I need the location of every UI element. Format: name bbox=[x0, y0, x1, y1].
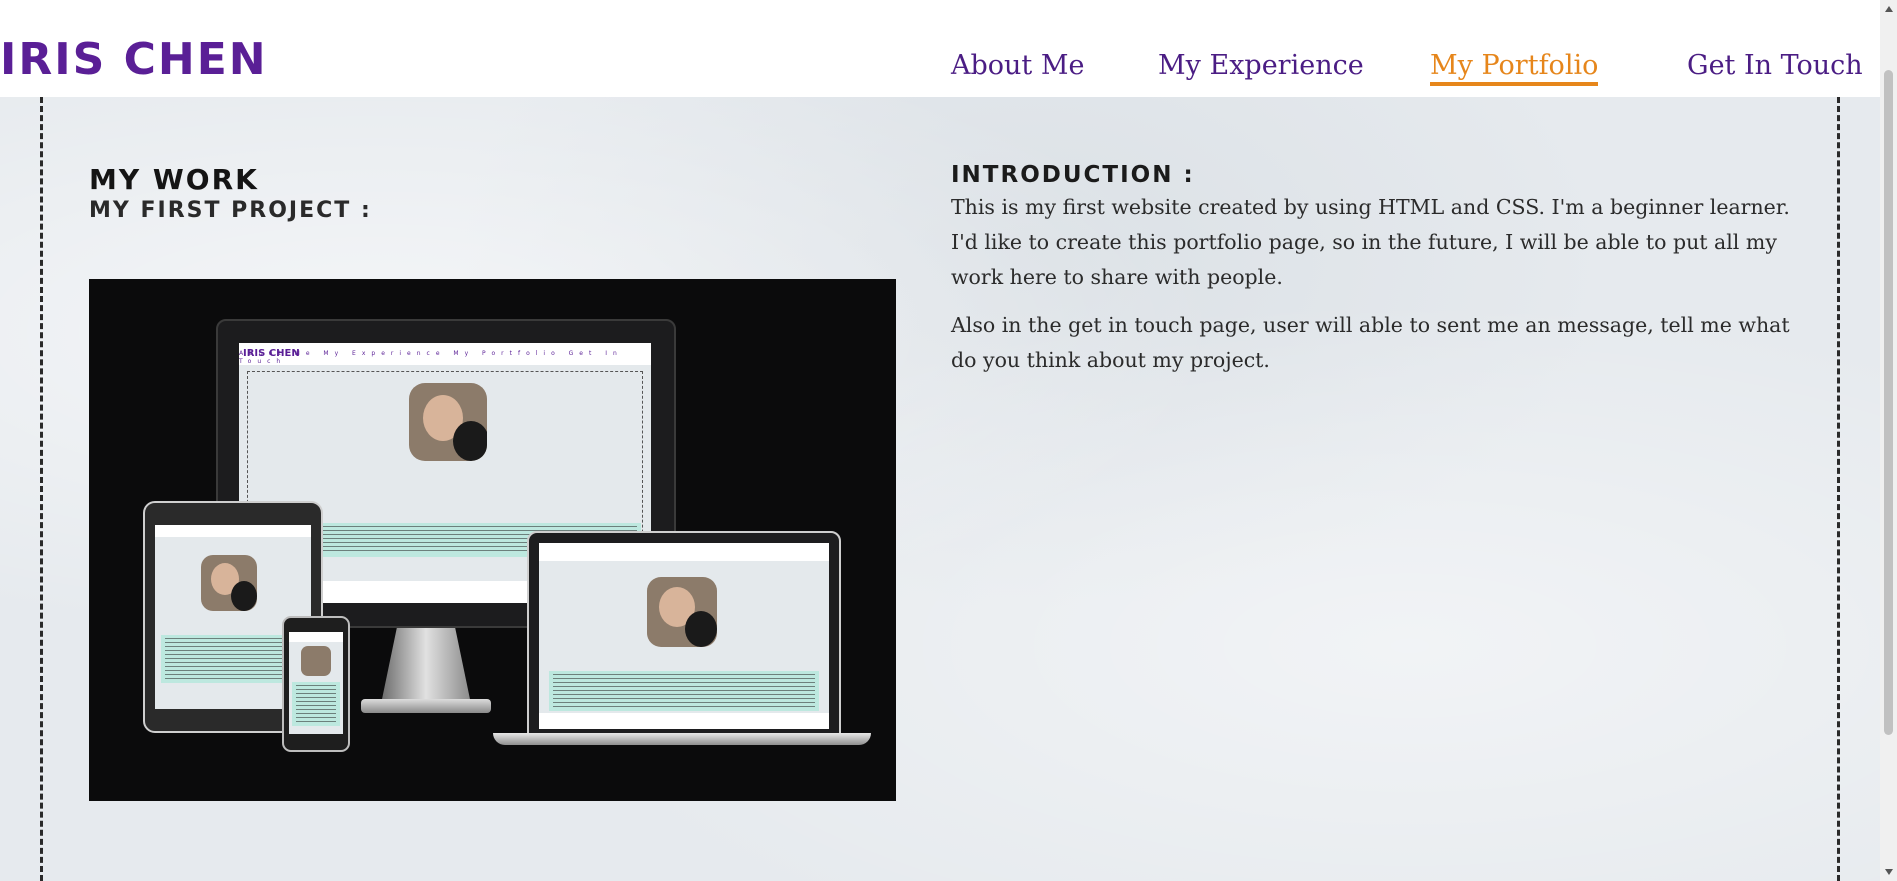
monitor-stand bbox=[381, 626, 471, 704]
site-header: IRIS CHEN About Me My Experience My Port… bbox=[0, 0, 1880, 97]
laptop-header bbox=[539, 543, 829, 561]
tablet-text-lines bbox=[165, 638, 301, 680]
nav-my-portfolio[interactable]: My Portfolio bbox=[1430, 50, 1599, 86]
nav-about-me[interactable]: About Me bbox=[951, 50, 1084, 82]
intro-paragraph-2: Also in the get in touch page, user will… bbox=[951, 313, 1790, 372]
laptop-base bbox=[493, 733, 871, 745]
nav-my-experience[interactable]: My Experience bbox=[1158, 50, 1364, 82]
screen-header: IRIS CHEN About Me My Experience My Port… bbox=[239, 343, 651, 365]
left-dashed-border bbox=[40, 97, 43, 881]
photo-dog bbox=[453, 421, 487, 461]
profile-photo bbox=[409, 383, 487, 461]
phone-photo bbox=[301, 646, 331, 676]
laptop-text-block bbox=[549, 671, 819, 711]
phone-header bbox=[289, 632, 343, 642]
monitor-foot bbox=[361, 699, 491, 713]
phone-text-lines bbox=[296, 685, 336, 723]
phone-device bbox=[282, 616, 350, 752]
screen-nav: About Me My Experience My Portfolio Get … bbox=[239, 350, 623, 365]
scroll-up-icon[interactable] bbox=[1885, 6, 1893, 12]
tablet-photo-dog bbox=[231, 581, 257, 611]
tablet-photo bbox=[201, 555, 257, 611]
laptop-photo bbox=[647, 577, 717, 647]
project-title: MY FIRST PROJECT : bbox=[89, 198, 372, 223]
intro-paragraph-1: This is my first website created by usin… bbox=[951, 195, 1790, 289]
project-mockup-image: IRIS CHEN About Me My Experience My Port… bbox=[89, 279, 896, 801]
intro-heading: INTRODUCTION : bbox=[951, 162, 1195, 188]
laptop-photo-dog bbox=[685, 611, 717, 647]
main-nav: About Me My Experience My Portfolio Get … bbox=[0, 50, 1880, 90]
right-dashed-border bbox=[1837, 97, 1840, 881]
laptop-screen bbox=[539, 543, 829, 729]
page-scrollbar[interactable] bbox=[1880, 0, 1897, 881]
laptop-device bbox=[527, 531, 841, 735]
work-title: MY WORK bbox=[89, 163, 259, 196]
tablet-header bbox=[155, 525, 311, 537]
laptop-text-lines bbox=[553, 674, 815, 708]
nav-get-in-touch[interactable]: Get In Touch bbox=[1687, 50, 1863, 82]
scroll-down-icon[interactable] bbox=[1885, 869, 1893, 875]
laptop-footer bbox=[539, 713, 829, 729]
phone-screen bbox=[289, 632, 343, 734]
phone-text-block bbox=[292, 682, 340, 726]
scroll-thumb[interactable] bbox=[1884, 70, 1893, 735]
